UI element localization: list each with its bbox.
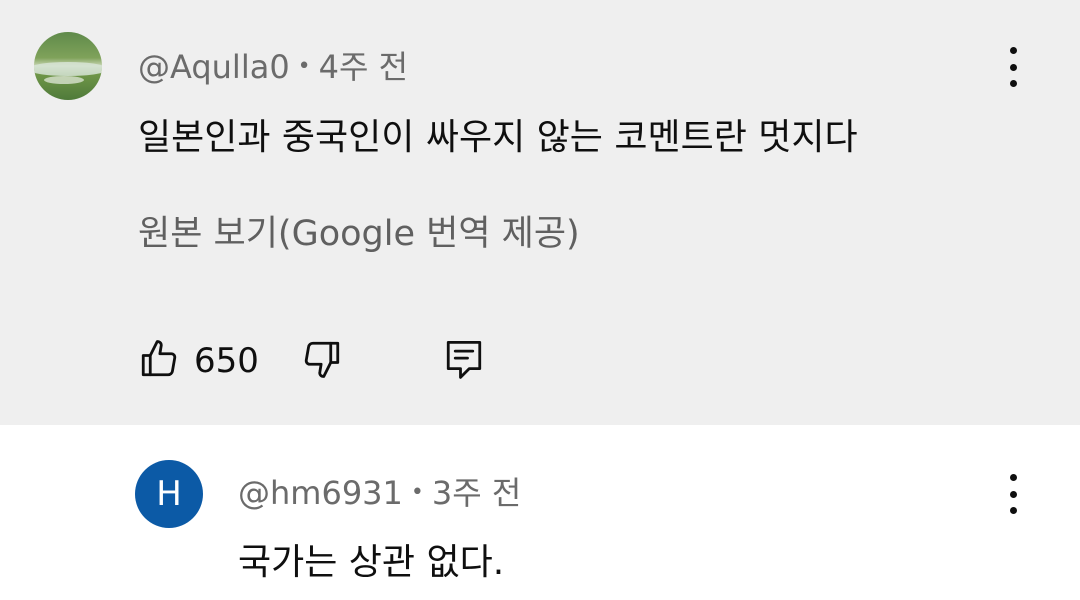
more-dot (1009, 490, 1017, 498)
comment-author[interactable]: @Aqulla0 (138, 48, 290, 86)
more-dot (1009, 80, 1017, 87)
comment-card: @Aqulla0 • 4주 전 일본인과 중국인이 싸우지 않는 코멘트란 멋지다 … (0, 0, 1080, 425)
like-count: 650 (194, 341, 259, 381)
more-dot (1009, 507, 1017, 514)
thumbs-down-icon[interactable] (301, 338, 343, 384)
more-dot (1009, 47, 1017, 54)
more-vert-icon[interactable] (1003, 47, 1023, 87)
avatar-landscape-water (34, 62, 102, 76)
more-dot (1009, 63, 1017, 71)
reply-avatar[interactable]: H (135, 460, 203, 528)
meta-separator: • (410, 479, 424, 505)
reply-text: 국가는 상관 없다. (238, 542, 505, 583)
thumbs-up-icon[interactable] (138, 338, 180, 384)
avatar-landscape-water-2 (44, 76, 84, 84)
comment-time: 4주 전 (318, 48, 409, 86)
comment-meta: @Aqulla0 • 4주 전 (138, 42, 408, 88)
reply-comment-icon[interactable] (443, 337, 485, 385)
more-vert-icon[interactable] (1003, 474, 1023, 514)
reply-time: 3주 전 (431, 474, 522, 512)
see-original-link[interactable]: 원본 보기(Google 번역 제공) (138, 205, 580, 256)
more-dot (1009, 474, 1017, 481)
reply-meta: @hm6931 • 3주 전 (238, 468, 521, 514)
comment-action-bar: 650 (138, 336, 485, 386)
comment-text: 일본인과 중국인이 싸우지 않는 코멘트란 멋지다 (138, 117, 858, 158)
meta-separator: • (297, 53, 311, 79)
reply-author[interactable]: @hm6931 (238, 474, 403, 512)
user-avatar[interactable] (34, 32, 102, 100)
